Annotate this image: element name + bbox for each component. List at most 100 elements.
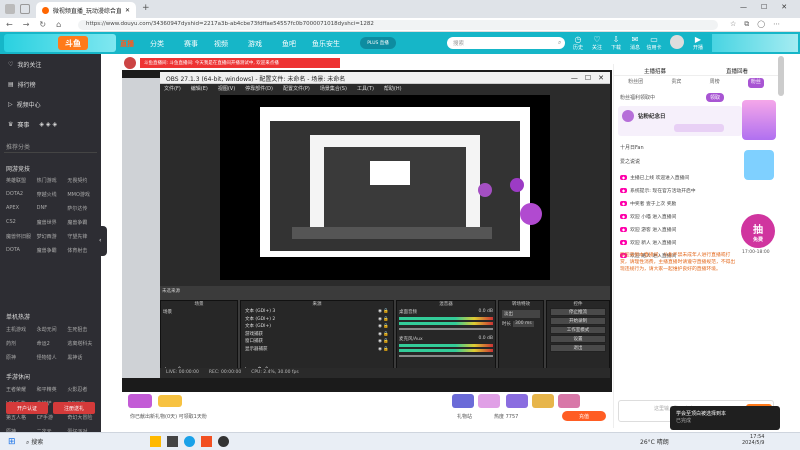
- toast-notification[interactable]: 学会至顶白被选择到本 已完成: [670, 406, 780, 430]
- volume-slider[interactable]: [399, 328, 493, 330]
- visibility-icon[interactable]: ◉ 🔒: [378, 331, 389, 339]
- clock[interactable]: 17:54 2024/5/9: [742, 434, 764, 446]
- back-icon[interactable]: ←: [6, 20, 13, 29]
- browser-tab-active[interactable]: 微视频直播_玩动漫综合直播 ✕: [36, 2, 136, 18]
- gift-icon[interactable]: [158, 395, 182, 407]
- visibility-icon[interactable]: ◉ 🔒: [378, 346, 389, 354]
- obs-menu-item[interactable]: 视图(V): [218, 85, 235, 92]
- volume-slider[interactable]: [399, 355, 493, 357]
- sidebar-item-video[interactable]: ▷ 视频中心: [8, 100, 41, 109]
- windows-start-icon[interactable]: ⊞: [8, 437, 16, 447]
- window-menu-icon[interactable]: [5, 4, 15, 14]
- obs-control-button[interactable]: 停止推流: [550, 308, 606, 316]
- nav-live[interactable]: 直播: [120, 39, 134, 49]
- sidebar-game-link[interactable]: 永劫无间: [37, 326, 68, 333]
- sidebar-item-rank[interactable]: ▤ 排行榜: [8, 80, 36, 89]
- sidebar-game-link[interactable]: 和平精英: [37, 386, 68, 393]
- sidebar-game-link[interactable]: 奇幻大冒险: [67, 414, 98, 421]
- sidebar-game-link[interactable]: 热门游戏: [37, 177, 68, 184]
- nav-events[interactable]: 赛事: [184, 39, 198, 49]
- visibility-icon[interactable]: ◉ 🔒: [378, 316, 389, 324]
- promo-banner[interactable]: [744, 150, 774, 180]
- extensions-icon[interactable]: ⧉: [744, 20, 749, 29]
- sidebar-game-link[interactable]: 王者荣耀: [6, 386, 37, 393]
- taskbar-search[interactable]: ⌕ 搜索: [26, 437, 43, 447]
- transition-select[interactable]: 淡出: [502, 310, 540, 318]
- obs-window-controls[interactable]: — ☐ ✕: [571, 73, 604, 83]
- sidebar-game-link[interactable]: 第五人格: [6, 414, 37, 421]
- site-logo[interactable]: 斗鱼: [58, 36, 88, 50]
- sidebar-game-link[interactable]: 生死狙击: [67, 326, 98, 333]
- card-icon[interactable]: ▭ 信用卡: [646, 35, 662, 51]
- obs-menu-item[interactable]: 配置文件(P): [283, 85, 310, 92]
- obs-menu-item[interactable]: 工具(T): [357, 85, 374, 92]
- more-icon[interactable]: ⋯: [773, 20, 780, 29]
- search-input[interactable]: 搜索: [447, 37, 565, 49]
- obs-menu-item[interactable]: 编辑(E): [191, 85, 208, 92]
- source-item[interactable]: 文本 (GDI+) 3 ◉ 🔒: [245, 308, 389, 316]
- sidebar-game-link[interactable]: 魔兽争霸: [37, 247, 68, 254]
- sidebar-collapse-icon[interactable]: ‹: [99, 226, 107, 256]
- reload-icon[interactable]: ↻: [39, 20, 46, 29]
- follow-icon[interactable]: ♡ 关注: [589, 35, 605, 51]
- home-icon[interactable]: ⌂: [56, 20, 61, 29]
- sidebar-game-link[interactable]: 药剂: [6, 340, 37, 347]
- sidebar-game-link[interactable]: 梦幻西游: [37, 233, 68, 240]
- streamer-avatar[interactable]: [124, 57, 136, 69]
- obs-control-button[interactable]: 退出: [550, 344, 606, 352]
- register-button[interactable]: 注册送礼: [53, 402, 95, 414]
- obs-menu-item[interactable]: 场景集合(S): [320, 85, 347, 92]
- gift-icon[interactable]: [532, 394, 554, 408]
- visibility-icon[interactable]: ◉ 🔒: [378, 308, 389, 316]
- sidebar-game-link[interactable]: 萨尔达传: [67, 205, 98, 212]
- sidebar-game-link[interactable]: 魔兽世界: [37, 219, 68, 226]
- tab-recruit[interactable]: 主播招募: [644, 67, 666, 75]
- avatar[interactable]: [670, 35, 684, 49]
- sidebar-game-link[interactable]: 命运2: [37, 340, 68, 347]
- sidebar-game-link[interactable]: 主机游戏: [6, 326, 37, 333]
- source-item[interactable]: 游戏捕获 ◉ 🔒: [245, 331, 389, 339]
- source-item[interactable]: 显示器捕获 ◉ 🔒: [245, 346, 389, 354]
- subtab-weekly[interactable]: 周榜: [710, 78, 720, 88]
- nav-category[interactable]: 分类: [150, 39, 164, 49]
- edge-icon[interactable]: [184, 436, 195, 447]
- duration-input[interactable]: 300 ms: [513, 321, 534, 327]
- sidebar-game-link[interactable]: MMO游戏: [67, 191, 98, 198]
- obs-icon[interactable]: [218, 436, 229, 447]
- sidebar-item-follow[interactable]: ♡ 我的关注: [8, 60, 41, 69]
- sidebar-game-link[interactable]: 魔兽怀旧服: [6, 233, 37, 240]
- close-tab-icon[interactable]: ✕: [125, 7, 130, 14]
- sidebar-game-link[interactable]: 逃离塔科夫: [67, 340, 98, 347]
- scene-tab[interactable]: 未选来源: [162, 288, 180, 294]
- claim-button[interactable]: 领取: [706, 93, 725, 102]
- maximize-icon[interactable]: ☐: [761, 3, 767, 11]
- plus-badge[interactable]: PLUS 直播: [360, 37, 396, 49]
- obs-menu-item[interactable]: 文件(F): [164, 85, 181, 92]
- close-window-icon[interactable]: ✕: [781, 3, 787, 11]
- sidebar-game-link[interactable]: 无畏契约: [67, 177, 98, 184]
- download-icon[interactable]: ⇩ 下载: [608, 35, 624, 51]
- new-tab-icon[interactable]: +: [142, 3, 150, 13]
- url-input[interactable]: https://www.douyu.com/34360947dyshid=221…: [78, 20, 718, 30]
- source-item[interactable]: 窗口捕获 ◉ 🔒: [245, 338, 389, 346]
- source-item[interactable]: 文本 (GDI+) 2 ◉ 🔒: [245, 316, 389, 324]
- subtab-fans[interactable]: 粉丝团: [628, 78, 643, 88]
- source-item[interactable]: 文本 (GDI+) ◉ 🔒: [245, 323, 389, 331]
- gift-icon[interactable]: [452, 394, 474, 408]
- obs-control-button[interactable]: 开始录制: [550, 317, 606, 325]
- history-icon[interactable]: ◷ 历史: [570, 35, 586, 51]
- sidebar-game-link[interactable]: 火影忍者: [67, 386, 98, 393]
- gift-icon[interactable]: [506, 394, 528, 408]
- account-button[interactable]: 开户认证: [6, 402, 48, 414]
- sidebar-game-link[interactable]: 守望先锋: [67, 233, 98, 240]
- sidebar-game-link[interactable]: DOTA: [6, 247, 37, 254]
- start-live-icon[interactable]: ▶ 开播: [690, 35, 706, 51]
- sidebar-game-link[interactable]: APEX: [6, 205, 37, 212]
- subtab-fanclub[interactable]: 粉丝: [747, 78, 764, 88]
- forward-icon[interactable]: →: [23, 20, 30, 29]
- gift-icon[interactable]: [478, 394, 500, 408]
- gift-icon[interactable]: [558, 394, 580, 408]
- nav-yuba[interactable]: 鱼吧: [282, 39, 296, 49]
- obs-control-button[interactable]: 工作室模式: [550, 326, 606, 334]
- tab-actions-icon[interactable]: [20, 4, 30, 14]
